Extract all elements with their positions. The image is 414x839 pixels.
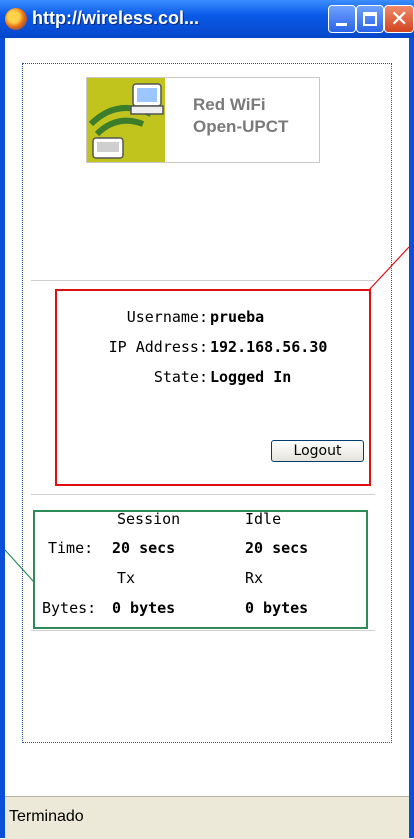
annotation-callouts bbox=[5, 246, 409, 583]
window-title: http://wireless.col... bbox=[32, 8, 200, 28]
firefox-icon bbox=[5, 8, 27, 30]
close-icon: ✕ bbox=[390, 7, 409, 32]
minimize-icon bbox=[336, 23, 347, 26]
page-content: Red WiFi Open-UPCT Username: prueba IP A… bbox=[5, 38, 409, 796]
close-button[interactable]: ✕ bbox=[384, 5, 414, 33]
title-bar[interactable]: http://wireless.col... ✕ bbox=[0, 0, 414, 38]
maximize-icon bbox=[363, 12, 377, 26]
status-text: Terminado bbox=[9, 808, 84, 825]
status-bar: Terminado bbox=[5, 796, 409, 839]
maximize-button[interactable] bbox=[356, 5, 384, 33]
minimize-button[interactable] bbox=[328, 5, 356, 33]
browser-window: http://wireless.col... ✕ Red WiFi Open-U… bbox=[0, 0, 414, 839]
